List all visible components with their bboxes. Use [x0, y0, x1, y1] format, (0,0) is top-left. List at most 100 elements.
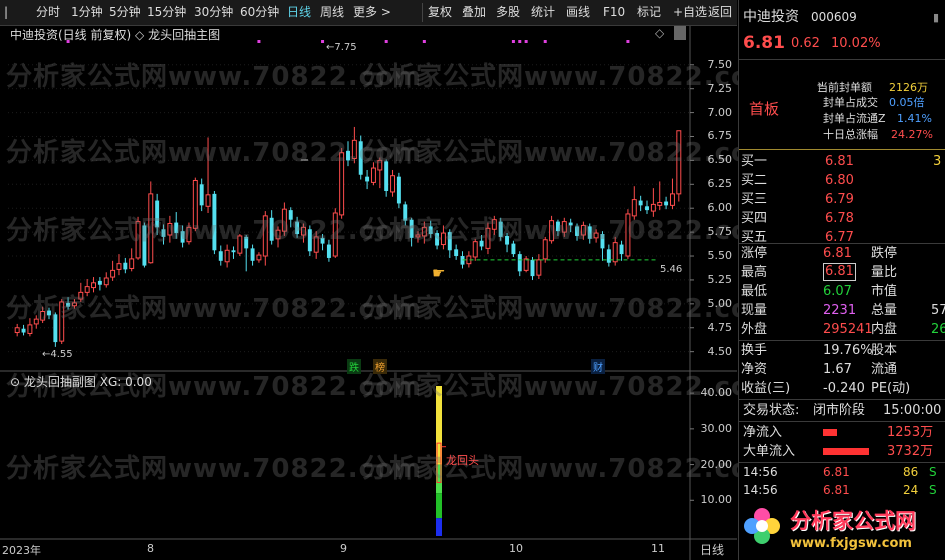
site-logo: 分析家公式网 www.fxjgsw.com	[740, 502, 936, 558]
low-price-label: ←4.55	[42, 349, 73, 360]
subchart-indicator-title: 龙头回抽副图	[23, 375, 96, 389]
candle-body	[129, 258, 135, 269]
order-book-row: 买二 6.80	[739, 171, 945, 190]
subchart-param: XG: 0.00	[99, 375, 152, 389]
candle	[110, 260, 116, 281]
candle	[365, 169, 370, 190]
candle-body	[231, 250, 236, 253]
net-inflow-row: 净流入 1253万	[743, 425, 934, 440]
divider	[739, 399, 945, 400]
signal-dot	[626, 40, 630, 43]
y-tick-label: 4.75	[707, 320, 733, 334]
candle	[116, 254, 122, 276]
watermark: 分析家公式网www.70822.com	[6, 454, 422, 484]
toolbar-divider	[422, 3, 423, 22]
tab-15min[interactable]: 15分钟	[147, 3, 186, 22]
price-change-pct: 10.02%	[831, 36, 881, 51]
tab-60min[interactable]: 60分钟	[240, 3, 279, 22]
scrollbar-handle[interactable]	[674, 26, 686, 40]
signal-dot	[524, 40, 528, 43]
quote-row: 外盘 295241 内盘 26	[739, 320, 945, 339]
quote-label: 最低	[741, 284, 768, 299]
candle	[530, 256, 535, 280]
candle	[523, 256, 529, 273]
tab-minute[interactable]: 分时	[36, 3, 60, 22]
header-handle-icon[interactable]: ▮	[933, 8, 939, 27]
quote-value: 295241	[823, 322, 873, 337]
mark-button[interactable]: 标记	[637, 3, 661, 22]
adjust-button[interactable]: 复权	[428, 3, 452, 22]
candle-body	[454, 249, 459, 257]
signal-dot	[518, 40, 522, 43]
quote-label: 现量	[741, 303, 768, 318]
chart-title: 中迪投资(日线 前复权) ◇ 龙头回抽主图	[10, 26, 220, 43]
candle-body	[103, 277, 109, 286]
quote-panel: 中迪投资 000609 ▮ 6.81 0.62 10.02% 当前封单额 212…	[738, 0, 945, 560]
bid-price: 6.79	[825, 192, 854, 207]
candle-body	[517, 254, 522, 272]
quote-value: 26	[931, 322, 945, 337]
tab-daily[interactable]: 日线	[287, 3, 311, 22]
logo-text: 分析家公式网	[790, 509, 916, 533]
f10-button[interactable]: F10	[603, 3, 625, 22]
sub-y-tick-label: 30.00	[700, 421, 733, 435]
candle-body	[14, 327, 20, 334]
candle-body	[250, 248, 255, 261]
tab-1min[interactable]: 1分钟	[71, 3, 103, 22]
quote-value: 57	[931, 303, 945, 318]
quote-label: 涨停	[741, 246, 768, 261]
marker-finance[interactable]: 财	[591, 359, 605, 374]
quote-label: 总量	[871, 303, 898, 318]
candle	[396, 172, 401, 209]
add-watchlist-button[interactable]: +自选	[673, 3, 707, 22]
order-book-row: 买四 6.78	[739, 209, 945, 228]
sub-y-tick-label: 20.00	[700, 457, 733, 471]
draw-line-button[interactable]: 画线	[566, 3, 590, 22]
seal-row: 十日总涨幅 24.27%	[823, 128, 933, 141]
x-label-year: 2023年	[2, 544, 41, 557]
multi-stock-button[interactable]: 多股	[496, 3, 520, 22]
stats-button[interactable]: 统计	[531, 3, 555, 22]
candle-body	[218, 251, 223, 261]
fundamental-value: -0.240	[823, 381, 865, 396]
y-tick-label: 6.75	[707, 129, 733, 143]
tab-5min[interactable]: 5分钟	[109, 3, 141, 22]
order-book-row: 买三 6.79	[739, 190, 945, 209]
subchart-title: ⊙ 龙头回抽副图 XG: 0.00	[10, 373, 152, 390]
back-button[interactable]: 返回	[708, 3, 732, 22]
candle-body	[396, 176, 401, 204]
tab-30min[interactable]: 30分钟	[194, 3, 233, 22]
candle-body	[638, 200, 643, 206]
subchart-toggle-icon[interactable]: ⊙	[10, 375, 20, 389]
marker-drop[interactable]: 跌	[347, 359, 361, 374]
flow-bar	[823, 429, 837, 436]
period-toolbar: | 分时 1分钟 5分钟 15分钟 30分钟 60分钟 日线 周线 更多 > 复…	[0, 0, 737, 26]
candle-body	[390, 175, 396, 193]
quote-row: 现量 2231 总量 57	[739, 301, 945, 320]
tab-more[interactable]: 更多 >	[353, 3, 391, 22]
overlay-button[interactable]: 叠加	[462, 3, 486, 22]
marker-ranking[interactable]: 榜	[373, 359, 387, 374]
collapse-diamond-icon[interactable]: ◇	[655, 26, 664, 40]
candle	[250, 244, 255, 266]
quote-label: 内盘	[871, 322, 898, 337]
logo-flower-icon	[740, 504, 784, 548]
stock-code: 000609	[811, 10, 857, 24]
fundamental-row: 换手 19.76% 股本	[739, 341, 945, 360]
y-tick-label: 7.25	[707, 81, 733, 95]
signal-bar-darkgreen	[436, 493, 442, 519]
x-label-sep: 9	[340, 542, 347, 555]
x-axis-period: 日线	[700, 543, 725, 557]
tab-weekly[interactable]: 周线	[320, 3, 344, 22]
candle-body	[97, 280, 102, 285]
indicator-marker-icon: ◇	[135, 28, 145, 42]
fundamental-value: 19.76%	[823, 343, 873, 358]
quote-value: 2231	[823, 303, 857, 318]
chart-area[interactable]: 分析家公式网www.70822.com 分析家公式网www.70822.com …	[0, 26, 777, 560]
scroll-left-icon[interactable]: |	[4, 3, 8, 22]
stock-header: 中迪投资 000609 ▮	[739, 8, 945, 27]
quote-row: 最高 6.81 量比	[739, 263, 945, 282]
last-price: 6.81	[743, 33, 785, 53]
quote-row: 涨停 6.81 跌停	[739, 244, 945, 263]
candle	[218, 245, 223, 266]
